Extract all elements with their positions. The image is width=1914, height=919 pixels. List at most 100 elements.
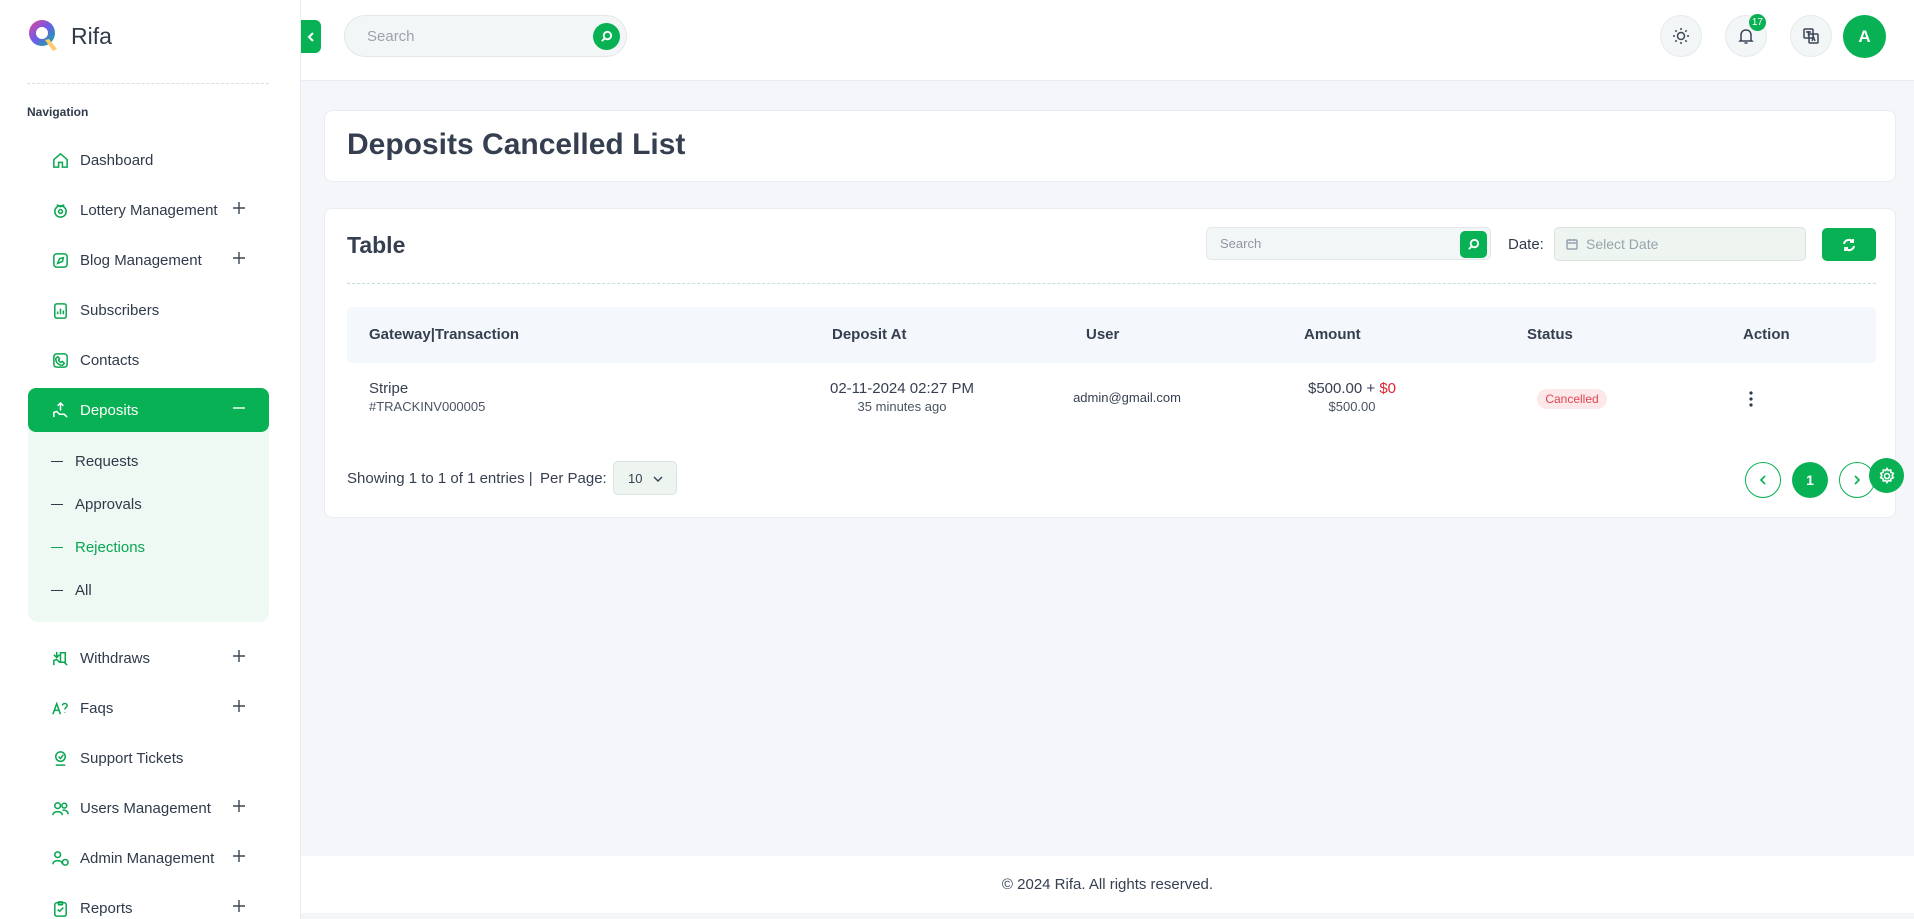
deposit-icon [50, 400, 70, 420]
submenu-item-requests[interactable]: Requests [28, 440, 269, 483]
transaction-id: #TRACKINV000005 [369, 399, 486, 414]
topbar: 17 A [301, 0, 1914, 81]
home-icon [50, 150, 70, 170]
refresh-button[interactable] [1822, 228, 1876, 261]
plus-icon[interactable] [231, 200, 247, 216]
chevron-right-icon [1854, 475, 1861, 485]
deposits-submenu: Requests Approvals Rejections All [28, 428, 269, 622]
amount-total: $500.00 [1328, 399, 1376, 414]
submenu-item-label: Rejections [75, 539, 146, 556]
plus-icon[interactable] [231, 648, 247, 664]
sidebar-item-label: Admin Management [80, 849, 215, 867]
dash-icon [51, 590, 63, 591]
submenu-item-approvals[interactable]: Approvals [28, 483, 269, 526]
pagination-page-1[interactable]: 1 [1792, 462, 1828, 498]
top-search-input[interactable] [345, 16, 575, 56]
page-header: Deposits Cancelled List [324, 110, 1896, 182]
sidebar-item-faqs[interactable]: Faqs [28, 686, 269, 730]
sidebar-item-support-tickets[interactable]: Support Tickets [28, 736, 269, 780]
blog-icon [50, 250, 70, 270]
column-header: Status [1527, 326, 1573, 343]
sidebar-collapse-button[interactable] [301, 20, 321, 53]
table-search-button[interactable] [1460, 231, 1487, 258]
column-header: Action [1743, 326, 1790, 343]
submenu-item-label: Requests [75, 453, 139, 470]
pagination-prev-button[interactable] [1745, 462, 1781, 498]
per-page-select[interactable]: 10 [613, 461, 677, 495]
sidebar-item-reports[interactable]: Reports [28, 886, 269, 919]
support-icon [50, 748, 70, 768]
dash-icon [51, 547, 63, 548]
faq-icon [50, 698, 70, 718]
sidebar-nav: Dashboard Lottery Management Blog Manage… [28, 138, 269, 919]
plus-icon[interactable] [231, 698, 247, 714]
submenu-item-label: Approvals [75, 496, 142, 513]
dash-icon [51, 504, 63, 505]
sidebar-item-subscribers[interactable]: Subscribers [28, 288, 269, 332]
column-header: Gateway|Transaction [369, 326, 520, 343]
language-button[interactable] [1790, 15, 1832, 57]
sidebar: Rifa Navigation Dashboard Lottery Manage… [0, 0, 301, 919]
brand[interactable]: Rifa [27, 18, 112, 54]
brand-logo-icon [29, 20, 57, 51]
table-card: Table Date: Gateway|Transaction Deposit … [324, 208, 1896, 518]
sun-icon [1673, 28, 1689, 44]
nav-section-title: Navigation [27, 105, 89, 119]
per-page-value: 10 [628, 470, 643, 486]
search-icon [601, 30, 613, 42]
footer-text: © 2024 Rifa. All rights reserved. [1001, 876, 1214, 893]
sidebar-item-dashboard[interactable]: Dashboard [28, 138, 269, 182]
withdraw-icon [50, 648, 70, 668]
sidebar-item-admin-management[interactable]: Admin Management [28, 836, 269, 880]
more-vertical-icon [1749, 391, 1753, 407]
minus-icon[interactable] [231, 400, 247, 416]
sidebar-item-label: Subscribers [80, 301, 160, 319]
sidebar-item-withdraws[interactable]: Withdraws [28, 636, 269, 680]
top-search-button[interactable] [593, 23, 620, 50]
entries-info: Showing 1 to 1 of 1 entries | [347, 470, 533, 487]
lottery-icon [50, 200, 70, 220]
date-field[interactable] [1554, 227, 1806, 261]
sidebar-item-users-management[interactable]: Users Management [28, 786, 269, 830]
settings-fab-button[interactable] [1869, 458, 1904, 493]
amount-cell: $500.00 + $0 $500.00 [1247, 380, 1457, 414]
plus-icon[interactable] [231, 898, 247, 914]
submenu-item-label: All [75, 582, 92, 599]
search-icon [1468, 238, 1480, 250]
sidebar-item-label: Deposits [80, 401, 139, 419]
gear-icon [1879, 466, 1894, 484]
sidebar-item-blog-management[interactable]: Blog Management [28, 238, 269, 282]
chevron-left-icon [1759, 475, 1766, 485]
submenu-item-rejections[interactable]: Rejections [28, 526, 269, 569]
sidebar-item-contacts[interactable]: Contacts [28, 338, 269, 382]
plus-icon[interactable] [231, 848, 247, 864]
table-header: Gateway|Transaction Deposit At User Amou… [347, 307, 1876, 363]
table-search-input[interactable] [1207, 228, 1447, 259]
gateway-cell: Stripe #TRACKINV000005 [369, 380, 485, 414]
calendar-icon [1566, 239, 1578, 250]
sidebar-item-deposits[interactable]: Deposits [28, 388, 269, 432]
admin-icon [50, 848, 70, 868]
date-input[interactable] [1586, 236, 1786, 252]
theme-toggle-button[interactable] [1660, 15, 1702, 57]
refresh-icon [1843, 238, 1855, 251]
date-label: Date: [1508, 236, 1544, 253]
notifications-button[interactable]: 17 [1725, 14, 1767, 57]
action-cell [1741, 389, 1761, 409]
subscribers-icon [50, 300, 70, 320]
plus-icon[interactable] [231, 250, 247, 266]
deposit-at-cell: 02-11-2024 02:27 PM 35 minutes ago [787, 380, 1017, 414]
sidebar-item-lottery-management[interactable]: Lottery Management [28, 188, 269, 232]
sidebar-item-label: Dashboard [80, 151, 154, 169]
table-search [1206, 227, 1491, 260]
sidebar-item-label: Reports [80, 899, 133, 917]
amount-value: $500.00 + [1307, 380, 1380, 397]
column-header: User [1086, 326, 1120, 343]
avatar[interactable]: A [1843, 15, 1886, 58]
amount-line: $500.00 + $0 [1247, 380, 1457, 397]
submenu-item-all[interactable]: All [28, 569, 269, 612]
user-cell: admin@gmail.com [1073, 390, 1181, 405]
notification-badge: 17 [1748, 14, 1766, 31]
plus-icon[interactable] [231, 798, 247, 814]
row-actions-button[interactable] [1741, 389, 1761, 409]
